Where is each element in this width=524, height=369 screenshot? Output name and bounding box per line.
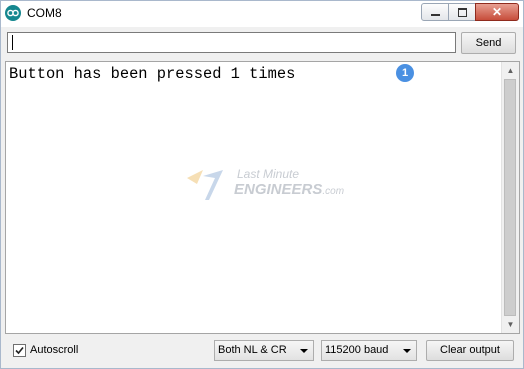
scroll-up-icon[interactable]: ▲ <box>502 62 519 79</box>
serial-input[interactable] <box>7 32 456 53</box>
watermark-logo-icon <box>187 170 223 200</box>
title-bar: COM8 ✕ <box>1 1 523 27</box>
chevron-down-icon <box>300 349 308 353</box>
baud-rate-value: 115200 baud <box>325 344 389 356</box>
step-badge: 1 <box>396 64 414 82</box>
line-ending-select[interactable]: Both NL & CR <box>214 340 314 361</box>
watermark-brand: ENGINEERS.com <box>234 181 345 198</box>
minimize-button[interactable] <box>421 3 449 21</box>
clear-output-button[interactable]: Clear output <box>426 340 514 361</box>
close-button[interactable]: ✕ <box>475 3 519 21</box>
arduino-icon <box>5 5 21 21</box>
output-line: Button has been pressed 1 times <box>9 65 296 83</box>
text-caret <box>12 35 13 50</box>
checkmark-icon <box>15 346 24 355</box>
baud-rate-select[interactable]: 115200 baud <box>321 340 417 361</box>
watermark-text: Last Minute <box>237 167 300 181</box>
serial-monitor-window: COM8 ✕ Send Button has been pressed 1 ti… <box>0 0 524 369</box>
send-button[interactable]: Send <box>461 32 516 54</box>
autoscroll-label: Autoscroll <box>30 344 79 356</box>
maximize-button[interactable] <box>448 3 476 21</box>
window-title: COM8 <box>27 6 62 20</box>
vertical-scrollbar[interactable]: ▲ ▼ <box>501 62 519 333</box>
chevron-down-icon <box>403 349 411 353</box>
close-icon: ✕ <box>491 5 503 19</box>
line-ending-value: Both NL & CR <box>218 344 287 356</box>
scroll-down-icon[interactable]: ▼ <box>502 316 519 333</box>
autoscroll-checkbox[interactable] <box>13 344 26 357</box>
scroll-thumb[interactable] <box>504 79 516 316</box>
